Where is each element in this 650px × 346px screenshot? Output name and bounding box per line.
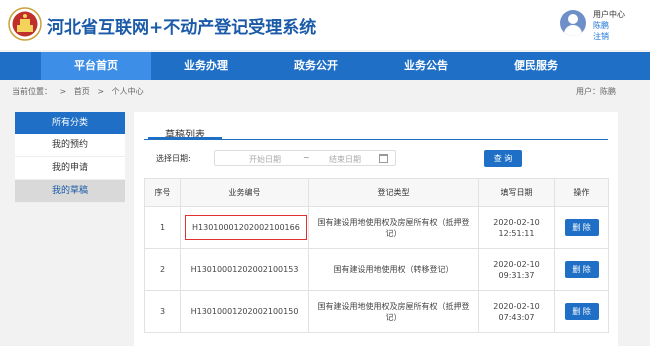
sidebar: 所有分类 我的预约 我的申请 我的草稿 bbox=[15, 112, 125, 203]
user-center-label[interactable]: 用户中心 bbox=[593, 9, 625, 20]
date-end-field[interactable]: 结束日期 bbox=[329, 154, 361, 165]
user-name-link[interactable]: 陈鹏 bbox=[593, 20, 609, 31]
row-index: 2 bbox=[144, 248, 181, 291]
row-type: 国有建设用地使用权（转移登记） bbox=[308, 248, 479, 291]
table-row: 2 H13010001202002100153 国有建设用地使用权（转移登记） … bbox=[144, 248, 609, 291]
business-code-link[interactable]: H13010001202002100150 bbox=[180, 290, 309, 333]
user-avatar[interactable] bbox=[560, 10, 586, 36]
breadcrumb-home[interactable]: 首页 bbox=[74, 87, 90, 96]
row-time: 09:31:37 bbox=[498, 270, 535, 280]
header: 河北省互联网+不动产登记受理系统 用户中心 陈鹏 注销 bbox=[0, 0, 650, 50]
sidebar-item-appointments[interactable]: 我的预约 bbox=[15, 134, 125, 157]
row-type: 国有建设用地使用权及房屋所有权（抵押登记） bbox=[308, 206, 479, 249]
breadcrumb-user: 用户：陈鹏 bbox=[576, 87, 616, 96]
column-header-code: 业务编号 bbox=[180, 178, 309, 207]
row-index: 3 bbox=[144, 290, 181, 333]
column-header-action: 操作 bbox=[554, 178, 609, 207]
row-time: 07:43:07 bbox=[498, 312, 535, 322]
row-date-cell: 2020-02-10 07:43:07 bbox=[478, 290, 555, 333]
nav-item-business[interactable]: 业务办理 bbox=[151, 52, 261, 80]
row-index: 1 bbox=[144, 206, 181, 249]
main-nav: 平台首页 业务办理 政务公开 业务公告 便民服务 bbox=[0, 52, 650, 80]
table-row: 1 H13010001202002100166 国有建设用地使用权及房屋所有权（… bbox=[144, 206, 609, 249]
business-code-link[interactable]: H13010001202002100153 bbox=[180, 248, 309, 291]
row-action-cell: 删 除 bbox=[554, 248, 609, 291]
row-date: 2020-02-10 bbox=[493, 217, 540, 227]
row-date-cell: 2020-02-10 12:51:11 bbox=[478, 206, 555, 249]
column-header-index: 序号 bbox=[144, 178, 181, 207]
emblem-logo bbox=[8, 7, 42, 41]
logout-link[interactable]: 注销 bbox=[593, 31, 609, 42]
row-type: 国有建设用地使用权及房屋所有权（抵押登记） bbox=[308, 290, 479, 333]
nav-item-announcements[interactable]: 业务公告 bbox=[371, 52, 481, 80]
business-code-link[interactable]: H13010001202002100166 bbox=[185, 215, 307, 240]
draft-panel: 草稿列表 选择日期: 开始日期 ~ 结束日期 查 询 序号 业务编号 登记类型 … bbox=[134, 112, 618, 346]
row-date: 2020-02-10 bbox=[493, 301, 540, 311]
date-label: 选择日期: bbox=[156, 154, 191, 163]
divider bbox=[144, 139, 608, 140]
row-time: 12:51:11 bbox=[498, 228, 535, 238]
row-code-cell: H13010001202002100166 bbox=[180, 206, 309, 249]
table-row: 3 H13010001202002100150 国有建设用地使用权及房屋所有权（… bbox=[144, 290, 609, 333]
column-header-type: 登记类型 bbox=[308, 178, 479, 207]
sidebar-item-applications[interactable]: 我的申请 bbox=[15, 157, 125, 180]
row-action-cell: 删 除 bbox=[554, 290, 609, 333]
breadcrumb-prefix: 当前位置： bbox=[12, 87, 52, 96]
nav-item-services[interactable]: 便民服务 bbox=[481, 52, 591, 80]
row-date: 2020-02-10 bbox=[493, 259, 540, 269]
query-button[interactable]: 查 询 bbox=[484, 150, 522, 167]
delete-button[interactable]: 删 除 bbox=[564, 303, 599, 320]
row-action-cell: 删 除 bbox=[554, 206, 609, 249]
sidebar-item-drafts[interactable]: 我的草稿 bbox=[15, 180, 125, 203]
delete-button[interactable]: 删 除 bbox=[564, 261, 599, 278]
row-date-cell: 2020-02-10 09:31:37 bbox=[478, 248, 555, 291]
date-separator: ~ bbox=[303, 153, 310, 162]
date-start-field[interactable]: 开始日期 bbox=[249, 154, 281, 165]
breadcrumb-sep: > bbox=[59, 87, 67, 96]
sidebar-heading: 所有分类 bbox=[15, 112, 125, 134]
breadcrumb-current: 个人中心 bbox=[111, 87, 144, 96]
nav-item-public-affairs[interactable]: 政务公开 bbox=[261, 52, 371, 80]
draft-table: 序号 业务编号 登记类型 填写日期 操作 1 H1301000120200210… bbox=[144, 178, 609, 333]
table-header-row: 序号 业务编号 登记类型 填写日期 操作 bbox=[144, 178, 609, 207]
column-header-date: 填写日期 bbox=[478, 178, 555, 207]
breadcrumb-sep: > bbox=[97, 87, 105, 96]
calendar-icon[interactable] bbox=[379, 154, 388, 163]
nav-item-home[interactable]: 平台首页 bbox=[41, 52, 151, 80]
site-title: 河北省互联网+不动产登记受理系统 bbox=[47, 18, 317, 38]
breadcrumb: 当前位置： > 首页 > 个人中心 bbox=[12, 86, 149, 97]
date-range-input[interactable]: 开始日期 ~ 结束日期 bbox=[214, 150, 396, 166]
delete-button[interactable]: 删 除 bbox=[564, 219, 599, 236]
